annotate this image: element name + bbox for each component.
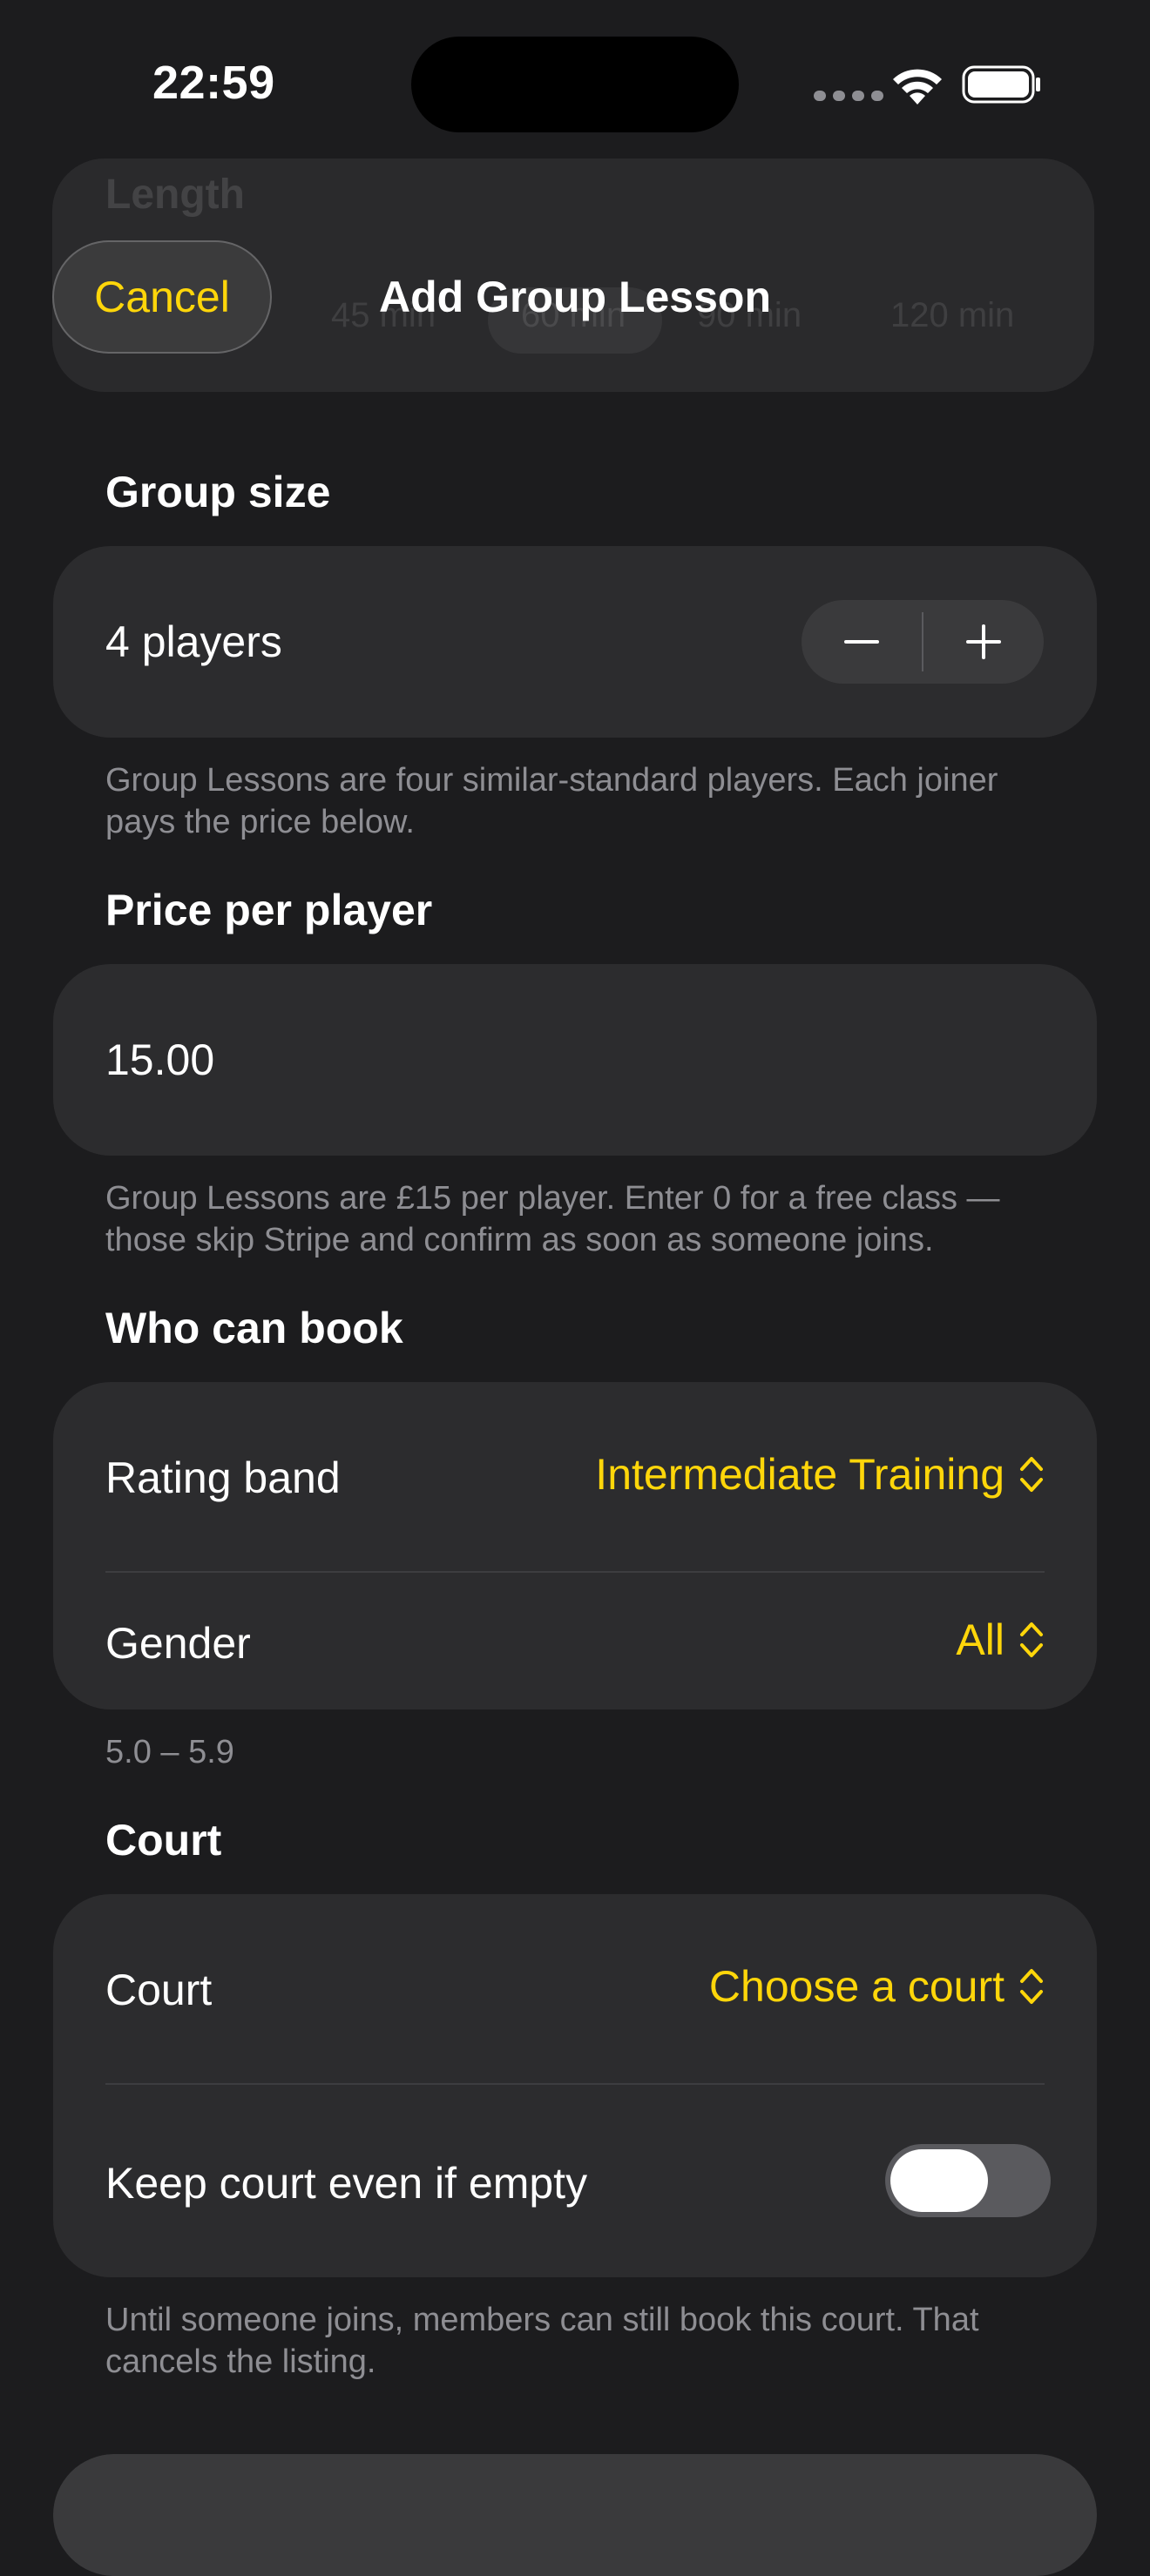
rating-band-value: Intermediate Training [595, 1450, 1005, 1499]
chevron-up-down-icon [1020, 1622, 1043, 1657]
row-divider [105, 2083, 1045, 2085]
dynamic-island [411, 37, 739, 132]
group-size-stepper [802, 600, 1044, 684]
price-section-title: Price per player [105, 886, 433, 934]
cellular-signal-icon [814, 91, 883, 101]
court-label: Court [105, 1966, 213, 2014]
price-footnote: Group Lessons are £15 per player. Enter … [105, 1180, 1000, 1258]
row-divider [105, 1571, 1045, 1573]
court-footnote: Until someone joins, members can still b… [105, 2302, 979, 2380]
rating-band-label: Rating band [105, 1453, 341, 1502]
plus-icon [966, 624, 1001, 659]
wifi-icon [893, 69, 942, 105]
court-card [53, 1894, 1097, 2277]
court-value: Choose a court [708, 1962, 1005, 2011]
price-input-value[interactable]: 15.00 [105, 1035, 214, 1085]
submit-button[interactable] [53, 2454, 1097, 2576]
court-picker[interactable]: Choose a court [709, 1961, 1045, 2012]
chevron-up-down-icon [1020, 1457, 1043, 1492]
keep-court-toggle[interactable] [885, 2144, 1051, 2217]
decrement-button[interactable] [802, 600, 922, 684]
group-size-value: 4 players [105, 617, 282, 666]
group-size-section-title: Group size [105, 468, 331, 516]
group-size-footnote: Group Lessons are four similar-standard … [105, 762, 998, 840]
length-section-title-behind: Length [105, 172, 245, 218]
gender-value: All [956, 1615, 1005, 1664]
toggle-knob [890, 2149, 988, 2212]
status-time: 22:59 [152, 57, 275, 109]
rating-range-footnote: 5.0 – 5.9 [105, 1734, 234, 1770]
who-can-book-section-title: Who can book [105, 1304, 403, 1352]
rating-band-picker[interactable]: Intermediate Training [595, 1449, 1045, 1500]
court-section-title: Court [105, 1816, 222, 1865]
page-title: Add Group Lesson [379, 273, 771, 321]
gender-label: Gender [105, 1619, 251, 1668]
keep-court-label: Keep court even if empty [105, 2159, 588, 2208]
increment-button[interactable] [923, 600, 1044, 684]
battery-icon [962, 65, 1040, 104]
chevron-up-down-icon [1020, 1969, 1043, 2004]
minus-icon [844, 640, 879, 644]
gender-picker[interactable]: All [956, 1615, 1045, 1665]
